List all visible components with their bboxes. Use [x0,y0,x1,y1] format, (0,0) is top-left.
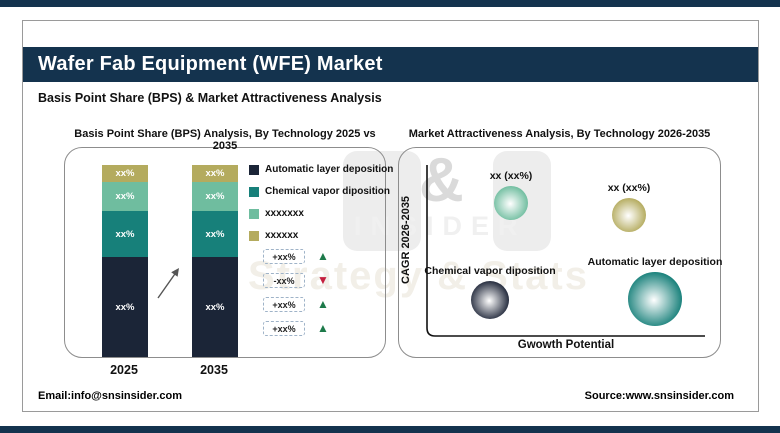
legend-item: Chemical vapor diposition [249,186,393,197]
bps-delta-list: +xx% ▲ -xx% ▼ +xx% ▲ +xx% ▲ [263,249,329,345]
bar-segment-value: xx% [205,191,225,202]
legend-swatch [249,208,259,219]
bar-segment-value: xx% [205,168,225,179]
bottom-accent-strip [0,426,780,433]
legend-swatch [249,186,259,197]
legend-item: xxxxxxx [249,208,393,219]
attractiveness-chart-title: Market Attractiveness Analysis, By Techn… [408,128,711,140]
report-card: Wafer Fab Equipment (WFE) Market Basis P… [22,20,759,412]
delta-value: +xx% [272,299,296,310]
bar-segment-value: xx% [115,168,135,179]
y-axis-label: CAGR 2026-2035 [400,195,412,285]
axis-label-2035: 2035 [200,363,228,377]
bar-segment-value: xx% [205,228,225,240]
legend-swatch [249,230,259,241]
legend-item: Automatic layer deposition [249,164,393,175]
bar-segment-value: xx% [115,301,135,313]
stacked-bar-2035: xx% xx% xx% xx% [192,165,238,357]
bps-legend: Automatic layer deposition Chemical vapor… [249,164,393,252]
top-accent-strip [0,0,780,7]
legend-label: xxxxxx [265,230,299,241]
page-subtitle: Basis Point Share (BPS) & Market Attract… [38,91,382,105]
attractiveness-chart-panel: CAGR 2026-2035 Gwowth Potential xx (xx%)… [398,147,722,358]
triangle-down-icon: ▼ [317,273,329,287]
bar-segment-value: xx% [115,228,135,240]
page-title: Wafer Fab Equipment (WFE) Market [38,53,383,75]
delta-value: +xx% [272,251,296,262]
delta-row: +xx% ▲ [263,297,329,312]
bar-segment: xx% [192,211,238,257]
legend-label: Automatic layer deposition [265,164,394,175]
stacked-bar-2025: xx% xx% xx% xx% [102,165,148,357]
triangle-up-icon: ▲ [317,321,329,335]
bubble [612,198,646,232]
bubble-label: xx (xx%) [607,182,651,194]
contact-email: Email:info@snsinsider.com [38,390,182,402]
delta-value-box: +xx% [263,249,305,264]
delta-value-box: +xx% [263,321,305,336]
delta-row: +xx% ▲ [263,249,329,264]
axis-label-2025: 2025 [110,363,138,377]
bubble [494,186,528,220]
delta-value: -xx% [273,275,295,286]
trend-arrow-icon [157,268,179,299]
bubble [471,281,509,319]
title-bar: Wafer Fab Equipment (WFE) Market [23,47,758,82]
bar-segment: xx% [102,211,148,257]
bubble [628,272,682,326]
legend-swatch [249,164,259,175]
delta-row: +xx% ▲ [263,321,329,336]
bar-segment: xx% [192,182,238,211]
bar-segment: xx% [192,165,238,182]
bps-chart-title: Basis Point Share (BPS) Analysis, By Tec… [74,128,376,152]
legend-label: Chemical vapor diposition [265,186,391,197]
bubble-label: xx (xx%) [489,170,533,182]
bar-segment: xx% [192,257,238,357]
bar-segment-value: xx% [115,191,135,202]
delta-row: -xx% ▼ [263,273,329,288]
bubble-label: Automatic layer deposition [587,256,723,268]
bar-segment: xx% [102,165,148,182]
legend-label: xxxxxxx [265,208,304,219]
delta-value: +xx% [272,323,296,334]
bar-segment-value: xx% [205,301,225,313]
triangle-up-icon: ▲ [317,297,329,311]
bar-segment: xx% [102,182,148,211]
bps-chart-panel: xx% xx% xx% xx% xx% xx% xx% xx% Automatic laye… [64,147,393,358]
delta-value-box: -xx% [263,273,305,288]
bubble-label: Chemical vapor diposition [424,265,556,277]
bar-segment: xx% [102,257,148,357]
x-axis-label: Gwowth Potential [517,339,615,351]
delta-value-box: +xx% [263,297,305,312]
source-link: Source:www.snsinsider.com [584,390,734,402]
triangle-up-icon: ▲ [317,249,329,263]
legend-item: xxxxxx [249,230,393,241]
